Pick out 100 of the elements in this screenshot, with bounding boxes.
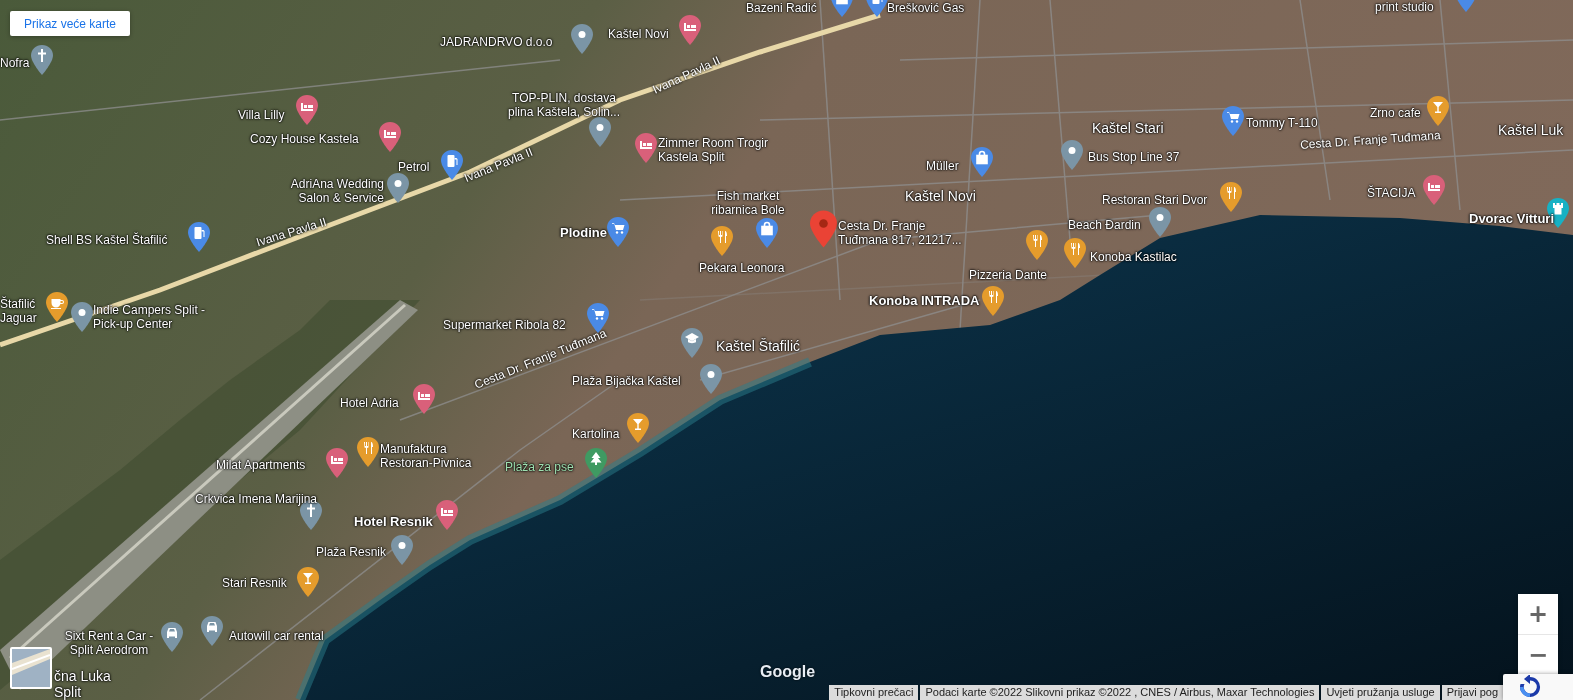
- place-name[interactable]: Müller: [926, 159, 959, 173]
- fork-knife-pin-icon[interactable]: [1220, 182, 1242, 212]
- road-name: Ivana Pavla II: [254, 214, 329, 250]
- road-name: Ivana Pavla II: [462, 144, 535, 186]
- place-name[interactable]: JADRANDRVO d.o.o: [440, 35, 553, 49]
- place-name[interactable]: Cozy House Kastela: [250, 132, 359, 146]
- place-name[interactable]: Brešković Gas: [887, 1, 965, 15]
- fork-knife-pin-icon[interactable]: [711, 226, 733, 256]
- recaptcha-badge[interactable]: [1503, 674, 1573, 700]
- bed-pin-icon[interactable]: [679, 15, 701, 45]
- town-name: Kaštel Stari: [1092, 120, 1164, 136]
- place-name[interactable]: Bazeni Radić: [746, 1, 817, 15]
- place-name[interactable]: Shell BS Kaštel Štafilić: [46, 233, 168, 247]
- town-name: Kaštel Novi: [905, 188, 976, 204]
- place-name[interactable]: Dvorac Vitturi: [1469, 212, 1554, 226]
- cross-pin-icon[interactable]: [31, 45, 53, 75]
- cocktail-pin-icon[interactable]: [627, 413, 649, 443]
- cart-pin-icon[interactable]: [1222, 106, 1244, 136]
- zoom-out-button[interactable]: −: [1518, 634, 1558, 674]
- place-name[interactable]: Konoba INTRADA: [869, 294, 980, 308]
- map-type-thumbnail[interactable]: [10, 647, 52, 689]
- location-pin-icon[interactable]: [700, 364, 722, 394]
- town-name: Kaštel Štafilić: [716, 338, 801, 354]
- place-name[interactable]: Fish market ribarnica Bole: [700, 189, 796, 217]
- bed-pin-icon[interactable]: [296, 95, 318, 125]
- place-name[interactable]: Plaža Bijačka Kaštel: [572, 374, 681, 388]
- larger-map-button[interactable]: Prikaz veće karte: [10, 11, 131, 36]
- zoom-in-button[interactable]: +: [1518, 594, 1558, 634]
- location-pin-icon[interactable]: [571, 24, 593, 54]
- cup-pin-icon[interactable]: [46, 292, 68, 322]
- road-name: Ivana Pavla II: [650, 53, 723, 97]
- recaptcha-icon: [1517, 675, 1543, 699]
- place-name[interactable]: Pizzeria Dante: [969, 268, 1048, 282]
- cocktail-pin-icon[interactable]: [297, 567, 319, 597]
- bed-pin-icon[interactable]: [1423, 175, 1445, 205]
- place-name[interactable]: Stari Resnik: [222, 576, 287, 590]
- place-name[interactable]: Pekara Leonora: [699, 261, 785, 275]
- place-name[interactable]: Štafilić Jaguar: [0, 297, 50, 325]
- place-name[interactable]: Manufaktura Restoran-Pivnica: [380, 442, 492, 470]
- place-name[interactable]: Supermarket Ribola 82: [443, 318, 566, 332]
- fork-knife-pin-icon[interactable]: [1026, 230, 1048, 260]
- address-label: Cesta Dr. Franje Tuđmana 817, 21217...: [838, 219, 963, 247]
- road-name: Cesta Dr. Franje Tuđmana: [1299, 128, 1442, 152]
- place-name[interactable]: Kartolina: [572, 427, 620, 441]
- location-pin-icon[interactable]: [1061, 140, 1083, 170]
- place-name[interactable]: Milat Apartments: [216, 458, 306, 472]
- place-name[interactable]: Nofra: [0, 56, 30, 70]
- fork-knife-pin-icon[interactable]: [1064, 238, 1086, 268]
- bed-pin-icon[interactable]: [326, 448, 348, 478]
- place-name[interactable]: Restoran Stari Dvor: [1102, 193, 1208, 207]
- fuel-pump-pin-icon[interactable]: [441, 150, 463, 180]
- location-pin-icon[interactable]: [71, 302, 93, 332]
- location-pin-icon[interactable]: [387, 173, 409, 203]
- place-name[interactable]: Autowill car rental: [229, 629, 324, 643]
- location-pin-icon[interactable]: [391, 535, 413, 565]
- place-name[interactable]: Crkvica Imena Marijina: [195, 492, 318, 506]
- place-name[interactable]: Zimmer Room Trogir Kastela Split: [658, 136, 786, 164]
- place-name[interactable]: AdriAna Wedding Salon & Service: [270, 177, 384, 205]
- location-pin-icon[interactable]: [1149, 207, 1171, 237]
- bed-pin-icon[interactable]: [635, 133, 657, 163]
- town-name: čna Luka Split: [54, 668, 112, 700]
- place-name[interactable]: Beach Đardin: [1068, 218, 1141, 232]
- car-pin-icon[interactable]: [161, 622, 183, 652]
- place-name[interactable]: Konoba Kastilac: [1090, 250, 1177, 264]
- place-name[interactable]: Hotel Resnik: [354, 515, 433, 529]
- place-name[interactable]: Tommy T-110: [1246, 116, 1318, 130]
- cocktail-pin-icon[interactable]: [1427, 96, 1449, 126]
- place-name[interactable]: Kaštel Novi: [608, 27, 669, 41]
- bag-pin-icon[interactable]: [756, 218, 778, 248]
- car-pin-icon[interactable]: [201, 616, 223, 646]
- fork-knife-pin-icon[interactable]: [357, 437, 379, 467]
- location-marker-icon[interactable]: [810, 210, 837, 248]
- bed-pin-icon[interactable]: [413, 384, 435, 414]
- fork-knife-pin-icon[interactable]: [982, 286, 1004, 316]
- place-name[interactable]: Plodine: [560, 226, 607, 240]
- footer-link[interactable]: Tipkovni prečaci: [829, 685, 919, 700]
- place-name[interactable]: Hotel Adria: [340, 396, 399, 410]
- place-name[interactable]: Petrol: [398, 160, 430, 174]
- location-pin-icon[interactable]: [589, 117, 611, 147]
- place-name[interactable]: print studio: [1375, 0, 1434, 14]
- graduation-cap-pin-icon[interactable]: [681, 328, 703, 358]
- place-name[interactable]: Plaža za pse: [505, 460, 574, 474]
- tree-pin-icon[interactable]: [585, 448, 607, 478]
- footer-link[interactable]: Podaci karte ©2022 Slikovni prikaz ©2022 , CNES / Airbus, Maxar Technologies: [920, 685, 1320, 700]
- town-name: Kaštel Luk: [1498, 122, 1564, 138]
- cart-pin-icon[interactable]: [607, 217, 629, 247]
- bed-pin-icon[interactable]: [436, 500, 458, 530]
- cart-pin-icon[interactable]: [587, 303, 609, 333]
- place-name[interactable]: Plaža Resnik: [316, 545, 387, 559]
- footer-link[interactable]: Prijavi pog: [1441, 685, 1503, 700]
- footer-link[interactable]: Uvjeti pružanja usluge: [1321, 685, 1440, 700]
- bed-pin-icon[interactable]: [379, 122, 401, 152]
- place-name[interactable]: Villa Lilly: [238, 108, 285, 122]
- place-name[interactable]: Zrno cafe: [1370, 106, 1421, 120]
- place-name[interactable]: Sixt Rent a Car - Split Aerodrom: [54, 629, 164, 657]
- google-logo: Google: [760, 663, 816, 681]
- fuel-pump-pin-icon[interactable]: [188, 222, 210, 252]
- place-name[interactable]: ŠTACIJA: [1367, 186, 1416, 200]
- bag-pin-icon[interactable]: [971, 147, 993, 177]
- place-name[interactable]: Bus Stop Line 37: [1088, 150, 1180, 164]
